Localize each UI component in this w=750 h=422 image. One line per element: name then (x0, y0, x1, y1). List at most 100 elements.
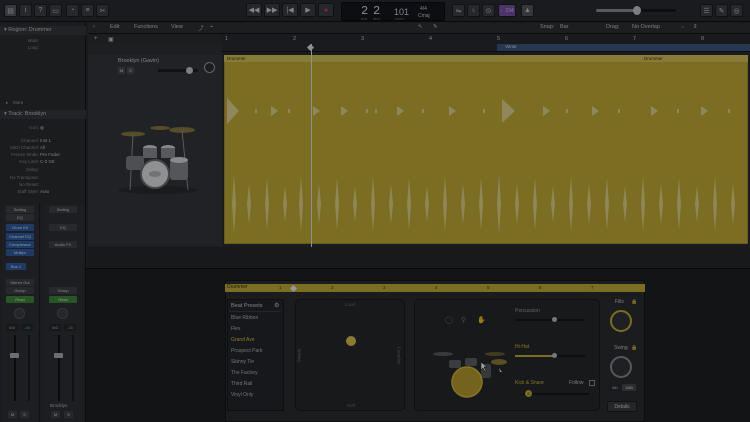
lock-icon[interactable]: 🔒 (631, 345, 637, 351)
percussion-slider-handle[interactable] (552, 317, 557, 322)
zoom-icon[interactable]: ⇕ (693, 24, 698, 30)
record-button[interactable]: ● (318, 3, 334, 17)
more-disclosure[interactable]: ▸ More (0, 99, 86, 107)
track-pan-knob[interactable] (204, 62, 215, 73)
kick-snare-slider[interactable] (523, 393, 589, 395)
inspector-button[interactable]: i (19, 4, 32, 17)
inspector-row[interactable]: Staff Style: Auto (0, 188, 86, 196)
lock-icon[interactable]: 🔒 (631, 299, 637, 305)
mute-button[interactable]: M (51, 411, 60, 418)
swing-knob[interactable] (610, 356, 632, 378)
solo-button[interactable]: ⊙ (482, 4, 495, 17)
quick-help-button[interactable]: ? (34, 4, 47, 17)
solo-button[interactable]: S (20, 411, 29, 418)
details-button[interactable]: Details (607, 401, 637, 412)
notepad-button[interactable]: ✎ (715, 4, 728, 17)
pan-knob[interactable] (14, 308, 25, 319)
edit-menu[interactable]: Edit (110, 24, 119, 30)
fast-forward-button[interactable]: ▶▶ (264, 3, 280, 17)
track-name[interactable]: Brooklyn (Gavin) (118, 58, 159, 64)
track-header[interactable]: + ▣ Brooklyn (Gavin) M S (88, 35, 222, 247)
percussion-slider[interactable] (515, 319, 585, 321)
solo-button[interactable]: S (64, 411, 73, 418)
drum-kit-selector[interactable] (429, 344, 509, 399)
toolbar-button[interactable]: ▭ (49, 4, 62, 17)
waveform-zoom-icon[interactable]: ⇔ (680, 24, 686, 30)
inspector-row[interactable]: Delay: (0, 166, 86, 174)
region-inspector-header[interactable]: ▾ Region: Drummer (0, 26, 86, 35)
preset-item[interactable]: Prospect Park (231, 348, 262, 354)
drummer-editor-ruler[interactable]: Drummer 1 2 3 4 5 6 7 (225, 284, 645, 293)
section-marker[interactable]: Verse (497, 44, 750, 51)
eq-button[interactable]: EQ (49, 224, 77, 231)
tambourine-icon[interactable]: ◯ (445, 316, 453, 324)
preset-item[interactable]: Vinyl Only (231, 392, 253, 398)
bus-send[interactable]: Bus 1 (6, 263, 26, 270)
swing-16th-button[interactable]: 16th (622, 384, 636, 391)
track-volume-slider[interactable] (158, 67, 198, 74)
kick-snare-handle[interactable]: 2 (525, 390, 532, 397)
track-solo-button[interactable]: S (127, 67, 134, 74)
volume-fader[interactable] (58, 335, 60, 401)
timeline-ruler[interactable]: 1 2 3 4 5 6 7 8 Verse (222, 35, 750, 52)
clap-icon[interactable]: ✋ (477, 316, 486, 324)
fader-handle[interactable] (54, 353, 63, 358)
preset-item[interactable]: Flex (231, 326, 240, 332)
view-menu[interactable]: View (171, 24, 183, 30)
go-to-start-button[interactable]: |◀ (282, 3, 298, 17)
editors-button[interactable]: ✂ (96, 4, 109, 17)
automation-read-button[interactable]: Read (49, 296, 77, 303)
loop-browser-button[interactable]: ◎ (730, 4, 743, 17)
back-icon[interactable]: ‹ (93, 24, 95, 30)
drummer-region[interactable] (224, 55, 748, 244)
hihat-slider-handle[interactable] (552, 353, 557, 358)
automation-read-button[interactable]: Read (6, 296, 34, 303)
fader-handle[interactable] (10, 353, 19, 358)
swing-8th-button[interactable]: 8th (609, 384, 621, 391)
link-icon[interactable]: ⌁ (210, 24, 213, 30)
track-inspector-header[interactable]: ▾ Track: Brooklyn (0, 110, 86, 119)
volume-fader[interactable] (14, 335, 16, 401)
play-button[interactable]: ▶ (300, 3, 316, 17)
group-button[interactable]: Group (49, 287, 77, 294)
metronome-button[interactable]: ▲ (521, 4, 534, 17)
preset-item[interactable]: Blue Ribbon (231, 315, 258, 321)
preset-item-selected[interactable]: Grand Ave (231, 337, 255, 343)
lcd-display[interactable]: 2 2 BAR BEAT 101 TEMPO 4/4 Cmaj (341, 2, 445, 21)
output-button[interactable]: Stereo Out (6, 279, 34, 286)
gear-icon[interactable]: ⚙ (274, 302, 279, 309)
track-mute-button[interactable]: M (118, 67, 125, 74)
rewind-button[interactable]: ◀◀ (246, 3, 262, 17)
fills-knob[interactable] (610, 310, 632, 332)
channel-eq-plugin[interactable]: Channel EQ (6, 233, 34, 240)
pan-knob[interactable] (57, 308, 68, 319)
preset-item[interactable]: Skinny Tie (231, 359, 254, 365)
setting-button[interactable]: Setting (49, 206, 77, 213)
drum-kit-plugin[interactable]: Drum Kit (6, 224, 34, 231)
compressor-plugin[interactable]: Compressor (6, 241, 34, 248)
group-button[interactable]: Group (6, 287, 34, 294)
follow-checkbox[interactable] (589, 380, 595, 386)
replace-button[interactable]: ⇋ (452, 4, 465, 17)
mixer-button[interactable]: ≡ (81, 4, 94, 17)
loud-complex-xy-pad[interactable]: Loud Soft Simple Complex (295, 299, 405, 411)
mute-button[interactable]: M (8, 411, 17, 418)
pointer-tool-icon[interactable]: ↖ (418, 24, 423, 30)
pencil-tool-icon[interactable]: ✎ (433, 24, 438, 30)
inspector-row[interactable]: Key Limit: C-2 G8 (0, 158, 86, 166)
audio-fx-slot[interactable]: Audio FX (49, 241, 77, 248)
drag-value[interactable]: No Overlap (632, 24, 660, 30)
setting-button[interactable]: Setting (6, 206, 34, 213)
eq-button[interactable]: EQ (6, 214, 34, 221)
multipressor-plugin[interactable]: Multipr (6, 249, 34, 256)
smart-controls-button[interactable]: ◔ (66, 4, 79, 17)
preset-item[interactable]: Third Rail (231, 381, 252, 387)
inspector-row-icon[interactable]: Icon: ◍ (0, 124, 86, 132)
tuner-button[interactable]: ♮ (467, 4, 480, 17)
track-volume-handle[interactable] (186, 67, 193, 74)
list-editors-button[interactable]: ☰ (700, 4, 713, 17)
preset-item[interactable]: The Factory (231, 370, 258, 376)
catch-icon[interactable]: ⤴ (198, 24, 204, 32)
add-track-icon[interactable]: + (94, 36, 98, 42)
master-volume-handle[interactable] (633, 6, 641, 15)
